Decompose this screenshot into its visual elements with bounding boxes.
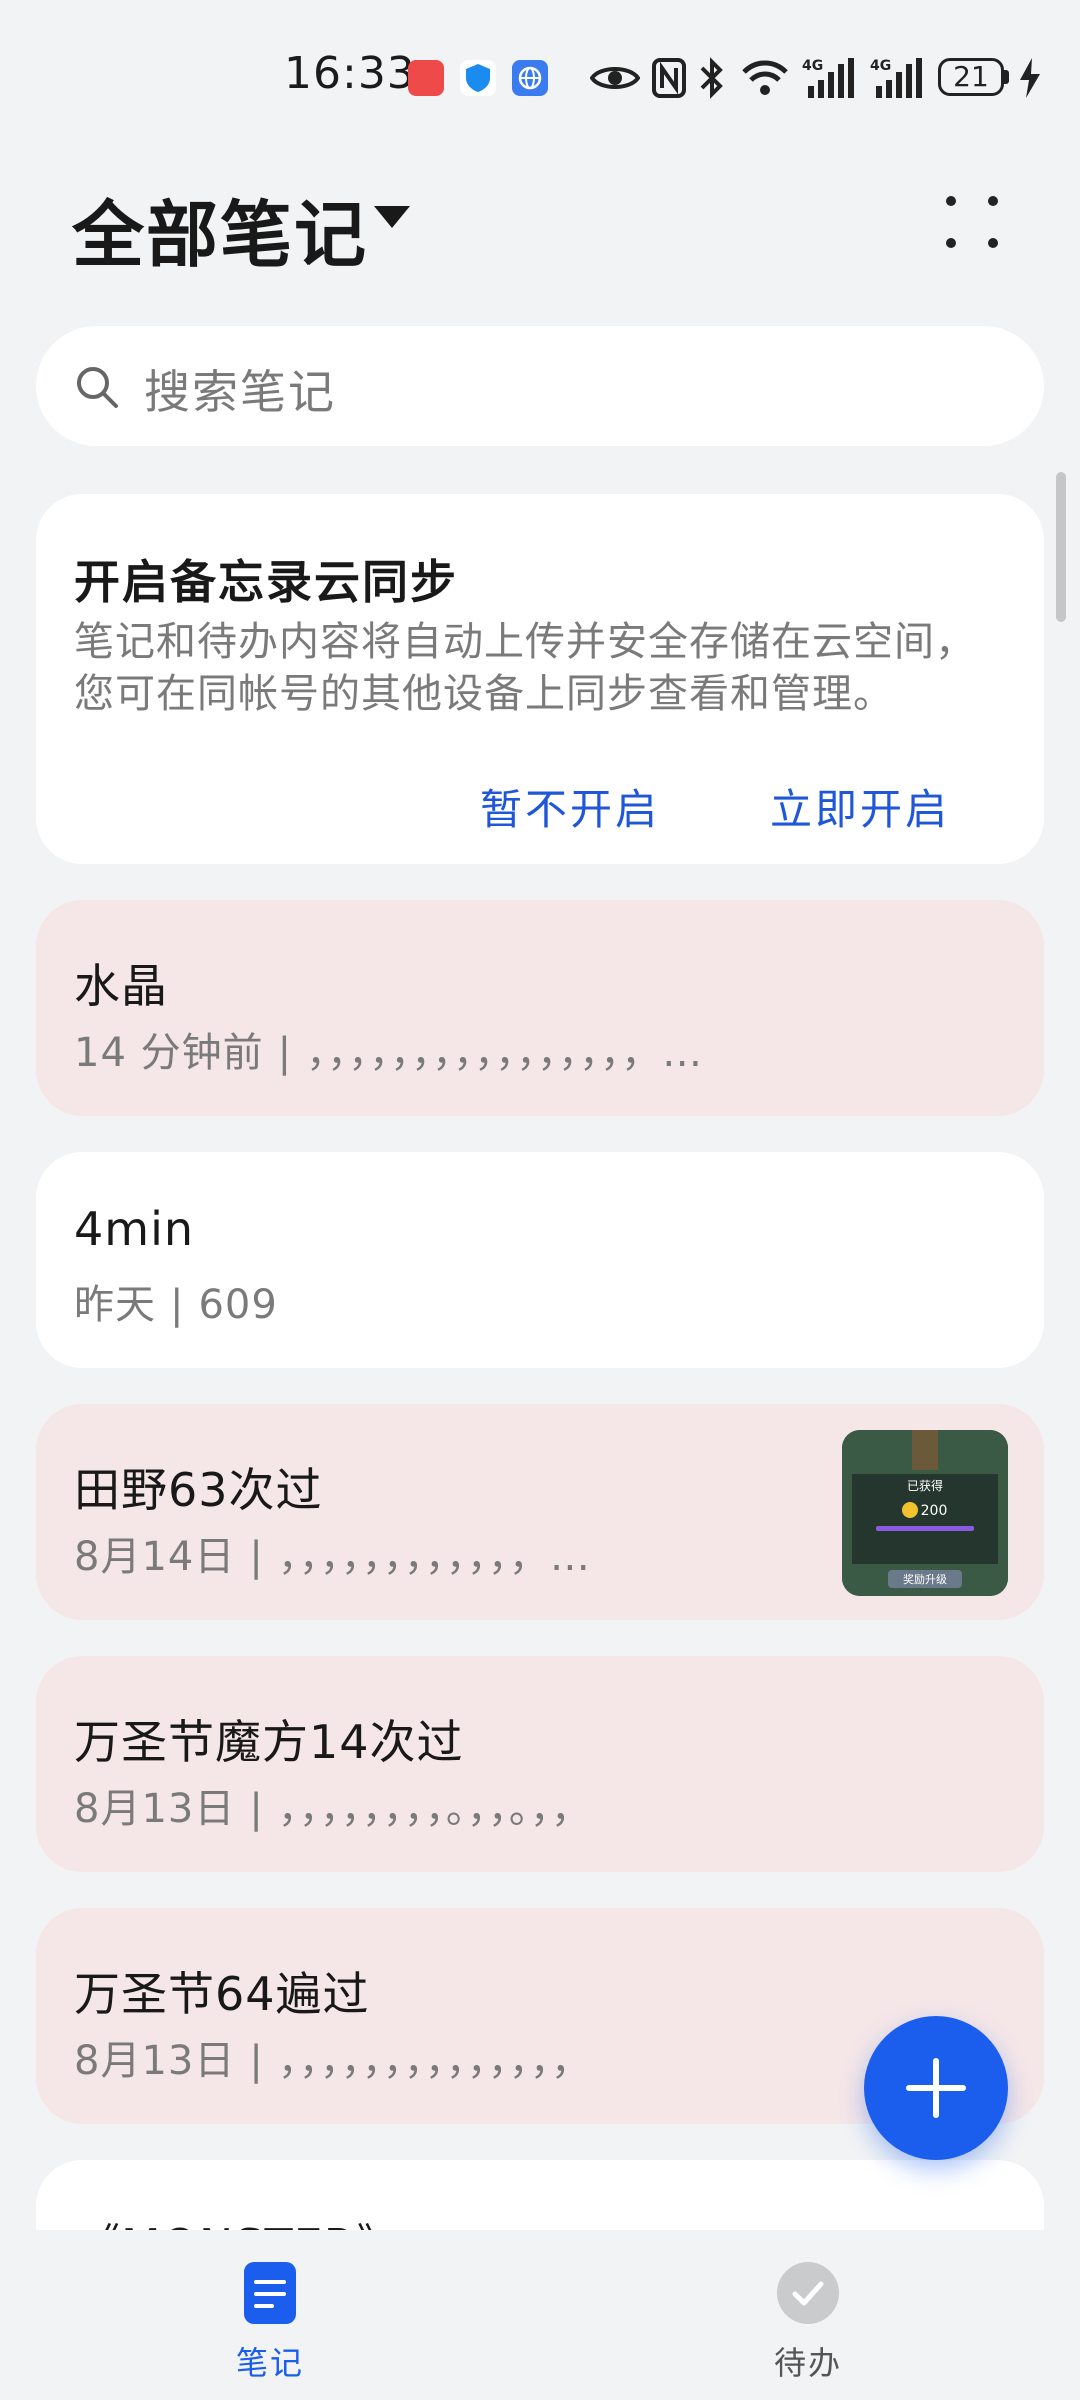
note-time: 8月14日 — [74, 1534, 236, 1580]
svg-text:4G: 4G — [802, 58, 823, 74]
check-circle-icon — [777, 2262, 839, 2324]
note-time: 14 分钟前 — [74, 1030, 264, 1076]
note-preview: ，，，，，，，，。，，。，， — [277, 1786, 592, 1832]
plus-icon — [933, 2058, 939, 2118]
note-title: 4min — [74, 1202, 195, 1256]
bluetooth-icon — [700, 57, 723, 99]
note-title: 水晶 — [74, 959, 168, 1013]
huawei-store-icon — [408, 60, 444, 96]
battery-icon: 21 — [938, 58, 1004, 96]
wifi-icon — [742, 60, 788, 95]
thumb-label: 已获得 — [907, 1478, 943, 1493]
sync-title: 开启备忘录云同步 — [74, 555, 458, 609]
status-time: 16:33 — [284, 48, 416, 99]
eye-icon — [590, 67, 640, 89]
notes-icon — [244, 2262, 296, 2324]
note-preview: ，，，，，，，，，，，，… — [277, 1534, 591, 1580]
note-card[interactable]: 田野63次过 8月14日 | ，，，，，，，，，，，，… 已获得 200 奖励升级 — [36, 1404, 1044, 1620]
battery-tip — [1004, 70, 1009, 84]
note-preview: ，，，，，，，，，，，，，，，，… — [306, 1030, 704, 1076]
note-card[interactable]: 4min 昨天 | 609 — [36, 1152, 1044, 1368]
chevron-down-icon[interactable] — [374, 206, 410, 228]
note-card[interactable]: 万圣节魔方14次过 8月13日 | ，，，，，，，，。，，。，， — [36, 1656, 1044, 1872]
add-note-button[interactable] — [864, 2016, 1008, 2160]
separator: | — [249, 1534, 264, 1580]
signal-4g-icon: 4G — [870, 58, 922, 98]
nfc-icon — [652, 58, 686, 98]
browser-icon — [512, 60, 548, 96]
tab-todo-label: 待办 — [773, 2344, 842, 2382]
separator: | — [249, 1786, 264, 1832]
status-bar: 16:33 4G 4G 21 — [0, 0, 1080, 120]
enable-now-button[interactable]: 立即开启 — [770, 776, 950, 837]
note-title: 万圣节魔方14次过 — [74, 1715, 464, 1769]
svg-text:4G: 4G — [870, 58, 891, 74]
note-title: 万圣节64遍过 — [74, 1967, 370, 2021]
note-meta: 昨天 | 609 — [74, 1272, 278, 1330]
note-time: 8月13日 — [74, 1786, 236, 1832]
note-title: 田野63次过 — [74, 1463, 323, 1517]
note-meta: 8月13日 | ，，，，，，，，。，，。，， — [74, 1776, 592, 1834]
scrollbar[interactable] — [1056, 472, 1066, 622]
note-meta: 14 分钟前 | ，，，，，，，，，，，，，，，，… — [74, 1020, 703, 1078]
not-now-button[interactable]: 暂不开启 — [480, 776, 660, 837]
charging-icon — [1020, 58, 1040, 98]
separator: | — [170, 1282, 185, 1328]
search-input[interactable]: 搜索笔记 — [36, 326, 1044, 446]
note-time: 昨天 — [74, 1282, 156, 1328]
search-icon — [77, 367, 118, 408]
note-meta: 8月14日 | ，，，，，，，，，，，，… — [74, 1524, 591, 1582]
thumb-value: 200 — [921, 1503, 948, 1519]
tab-notes-label: 笔记 — [235, 2344, 304, 2382]
more-dots-icon[interactable] — [940, 190, 1004, 254]
thumb-button: 奖励升级 — [903, 1572, 947, 1586]
note-time: 8月13日 — [74, 2038, 236, 2084]
sync-description: 笔记和待办内容将自动上传并安全存储在云空间，您可在同帐号的其他设备上同步查看和管… — [74, 619, 976, 717]
note-meta: 8月13日 | ，，，，，，，，，，，，，， — [74, 2028, 592, 2086]
note-preview: 609 — [198, 1282, 278, 1328]
tab-todo[interactable]: 待办 — [708, 2260, 908, 2390]
page-title[interactable]: 全部笔记 — [72, 176, 368, 281]
note-preview: ，，，，，，，，，，，，，， — [277, 2038, 592, 2084]
tab-notes[interactable]: 笔记 — [170, 2260, 370, 2390]
security-shield-icon — [460, 60, 496, 96]
note-card[interactable]: 水晶 14 分钟前 | ，，，，，，，，，，，，，，，，… — [36, 900, 1044, 1116]
bottom-navigation: 笔记 待办 — [0, 2230, 1080, 2400]
notes-app-screen: 16:33 4G 4G 21 全部笔记 搜索笔记 开启备忘录云同步 笔记和待办内… — [0, 0, 1080, 2400]
separator: | — [249, 2038, 264, 2084]
signal-4g-icon: 4G — [802, 58, 854, 98]
note-thumbnail: 已获得 200 奖励升级 — [842, 1430, 1008, 1596]
search-placeholder: 搜索笔记 — [144, 365, 336, 419]
separator: | — [277, 1030, 293, 1076]
cloud-sync-card: 开启备忘录云同步 笔记和待办内容将自动上传并安全存储在云空间，您可在同帐号的其他… — [36, 494, 1044, 864]
